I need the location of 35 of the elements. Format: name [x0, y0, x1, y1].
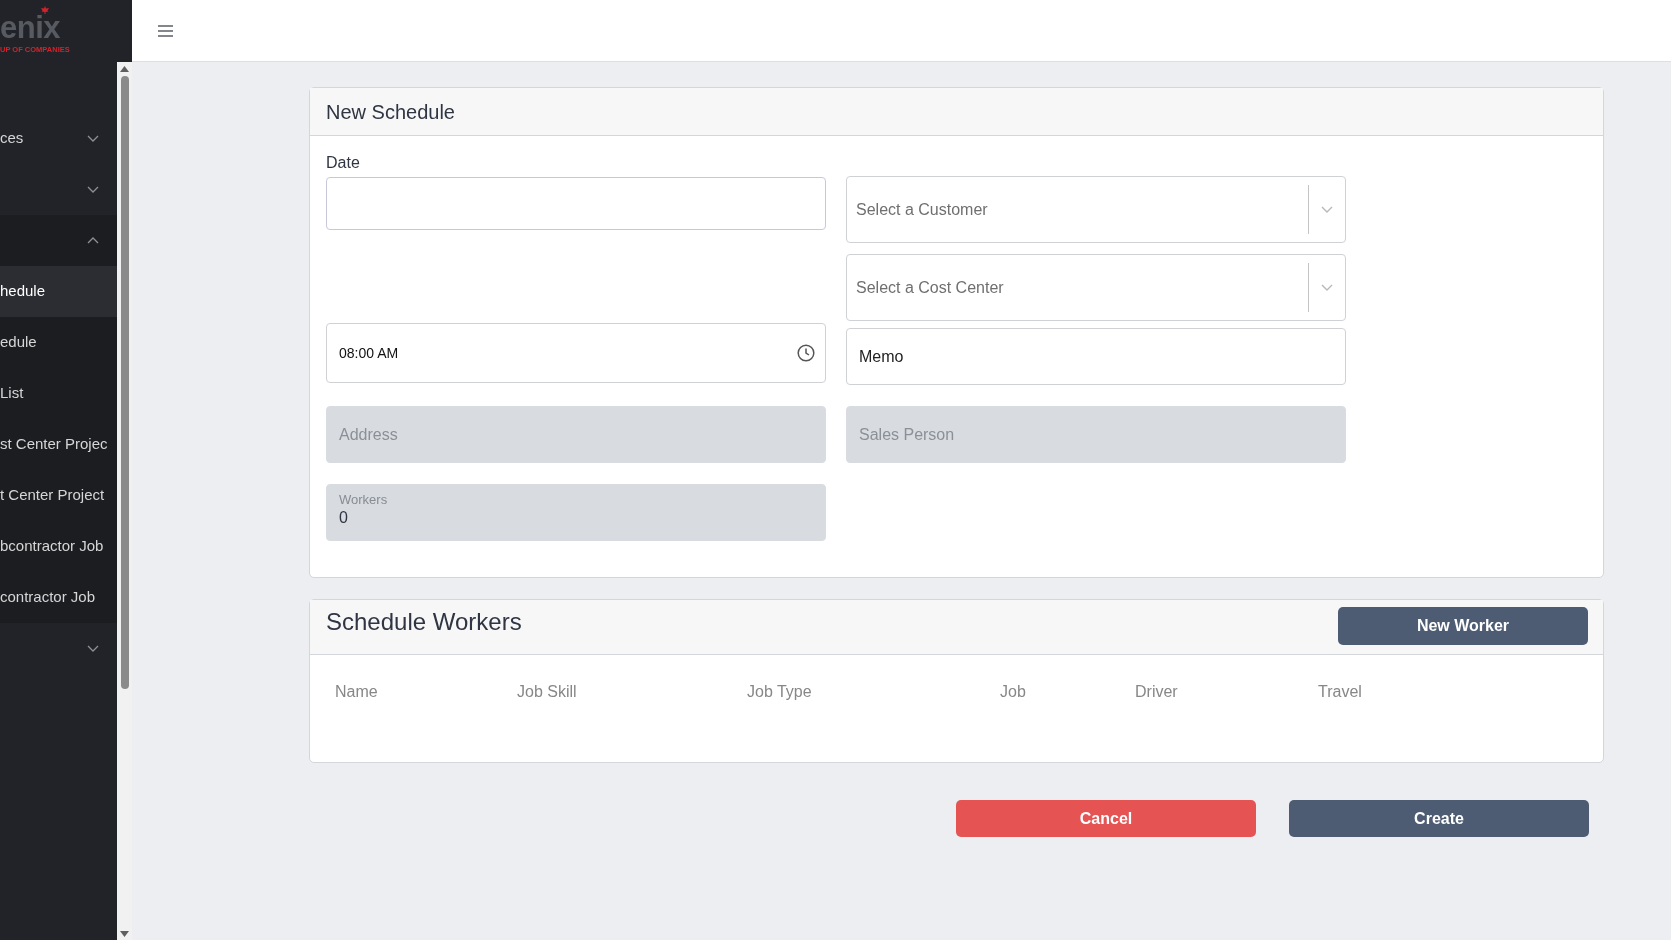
- column-header: Job Type: [747, 683, 812, 700]
- sidebar-subitem[interactable]: contractor Job: [0, 572, 117, 623]
- column-header: Job: [1000, 683, 1026, 700]
- scrollbar-thumb[interactable]: [120, 76, 129, 689]
- clock-icon[interactable]: [797, 344, 815, 362]
- date-field[interactable]: [326, 177, 826, 230]
- card-title: New Schedule: [326, 100, 456, 124]
- scrollbar-track[interactable]: [117, 62, 132, 940]
- chevron-down-icon: [1321, 284, 1333, 291]
- column-header: Name: [335, 683, 378, 700]
- menu-icon[interactable]: [158, 24, 173, 37]
- sidebar-subitem[interactable]: List: [0, 368, 117, 419]
- cancel-button[interactable]: Cancel: [956, 800, 1256, 837]
- chevron-down-icon: [1321, 206, 1333, 213]
- cost-center-select[interactable]: Select a Cost Center: [846, 254, 1346, 321]
- sidebar-subitem[interactable]: t Center Project: [0, 470, 117, 521]
- memo-field[interactable]: Memo: [846, 328, 1346, 385]
- sidebar-item[interactable]: ces: [0, 113, 117, 164]
- create-button[interactable]: Create: [1289, 800, 1589, 837]
- sidebar-subitem[interactable]: hedule: [0, 266, 117, 317]
- scroll-up-icon[interactable]: [120, 66, 129, 72]
- time-field[interactable]: 08:00 AM: [326, 323, 826, 383]
- sidebar-subitem[interactable]: st Center Projec: [0, 419, 117, 470]
- scroll-down-icon[interactable]: [120, 931, 129, 937]
- card-title: Schedule Workers: [326, 607, 522, 637]
- column-header: Travel: [1318, 683, 1362, 700]
- column-header: Job Skill: [517, 683, 577, 700]
- column-header: Driver: [1135, 683, 1178, 700]
- customer-select[interactable]: Select a Customer: [846, 176, 1346, 243]
- leaf-icon: [41, 6, 49, 14]
- sidebar-subitem[interactable]: edule: [0, 317, 117, 368]
- new-worker-button[interactable]: New Worker: [1338, 607, 1588, 645]
- sidebar-subitem[interactable]: bcontractor Job: [0, 521, 117, 572]
- logo-text: enix: [0, 12, 61, 43]
- date-label: Date: [326, 153, 360, 173]
